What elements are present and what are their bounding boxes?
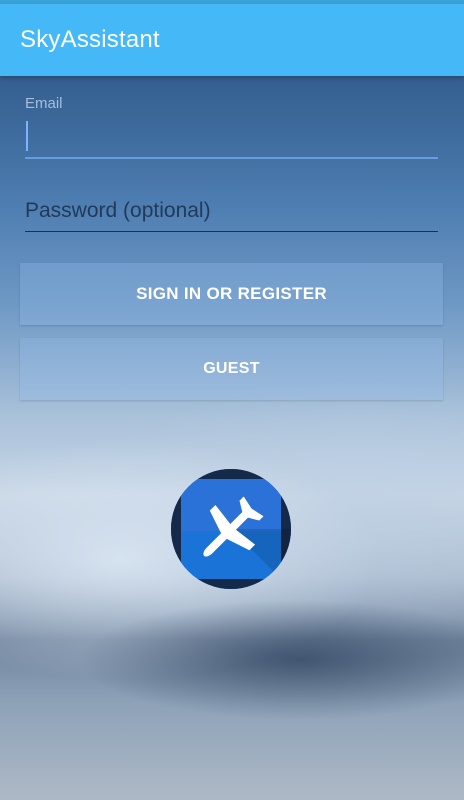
email-field: Email	[25, 95, 438, 159]
email-label: Email	[25, 95, 63, 112]
email-input[interactable]	[25, 117, 438, 159]
login-screen: SkyAssistant Email SIGN IN OR REGISTER G…	[0, 0, 464, 800]
guest-button[interactable]: GUEST	[20, 338, 443, 400]
app-title: SkyAssistant	[20, 26, 160, 53]
password-input[interactable]	[25, 190, 438, 232]
password-field	[25, 190, 438, 232]
sign-in-register-button[interactable]: SIGN IN OR REGISTER	[20, 263, 443, 325]
app-logo	[171, 469, 291, 589]
app-bar: SkyAssistant	[0, 4, 464, 76]
airplane-icon	[171, 469, 291, 589]
text-cursor	[26, 121, 28, 151]
